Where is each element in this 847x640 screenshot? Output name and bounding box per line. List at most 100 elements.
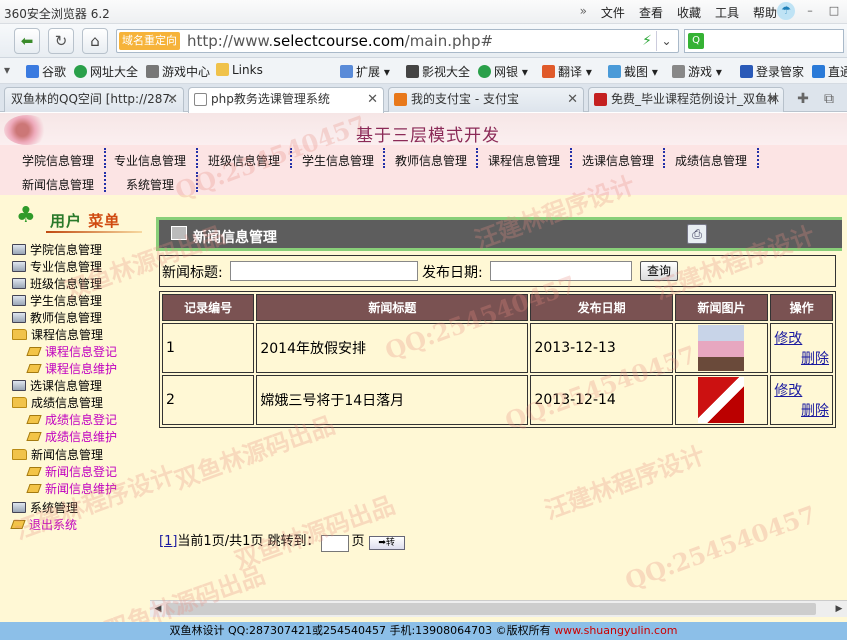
tab-qq-space[interactable]: 双鱼林的QQ空间 [http://287: ✕	[4, 87, 184, 112]
news-image-thumbnail[interactable]	[698, 377, 745, 423]
sidebar-item-course-maintain[interactable]: 课程信息维护	[26, 360, 117, 377]
close-icon[interactable]: ✕	[567, 88, 578, 111]
panel-header: 新闻信息管理 ⎙	[156, 217, 842, 251]
close-icon[interactable]: ✕	[167, 88, 178, 111]
fav-url-directory[interactable]: 网址大全	[74, 63, 138, 80]
home-icon[interactable]: ⌂	[82, 28, 108, 54]
query-button[interactable]: 查询	[640, 261, 678, 281]
menu-help[interactable]: 帮助	[753, 4, 777, 21]
back-icon[interactable]: ⬅	[14, 28, 40, 54]
fav-games[interactable]: 游戏 ▾	[672, 63, 722, 80]
go-button[interactable]: ➡转	[368, 536, 405, 550]
topnav-major[interactable]: 专业信息管理	[114, 152, 186, 169]
page-link[interactable]: [1]	[159, 534, 177, 549]
topnav-course[interactable]: 课程信息管理	[488, 152, 560, 169]
menu-overflow-icon[interactable]: »	[580, 4, 587, 21]
footer-site-link[interactable]: www.shuangyulin.com	[554, 624, 677, 637]
sidebar-item-class[interactable]: 班级信息管理	[12, 275, 102, 292]
address-dropdown-icon[interactable]: ⌄	[656, 31, 676, 51]
bullet-icon	[26, 432, 42, 441]
speed-mode-icon[interactable]: ⚡	[642, 33, 652, 49]
sidebar-item-course-add[interactable]: 课程信息登记	[26, 343, 117, 360]
news-title-input[interactable]	[230, 261, 418, 281]
address-url[interactable]: http://www.selectcourse.com/main.php#	[187, 32, 493, 50]
sidebar-item-student[interactable]: 学生信息管理	[12, 292, 102, 309]
topnav-selection[interactable]: 选课信息管理	[582, 152, 654, 169]
publish-date-input[interactable]	[490, 261, 632, 281]
address-bar[interactable]: 域名重定向 http://www.selectcourse.com/main.p…	[116, 29, 679, 53]
close-icon[interactable]: ✕	[767, 88, 778, 111]
fav-google[interactable]: 谷歌	[26, 63, 66, 80]
search-engine-icon[interactable]: Q	[688, 33, 704, 49]
favbar-menu-icon[interactable]: ▾	[4, 63, 10, 77]
fav-ebank[interactable]: 网银 ▾	[478, 63, 528, 80]
sidebar-item-selection[interactable]: 选课信息管理	[12, 377, 102, 394]
tab-alipay[interactable]: 我的支付宝 - 支付宝 ✕	[388, 87, 584, 112]
nav-divider	[757, 148, 759, 168]
extensions-icon	[340, 65, 353, 78]
menu-view[interactable]: 查看	[639, 4, 663, 21]
sidebar-item-grades-maintain[interactable]: 成绩信息维护	[26, 428, 117, 445]
menu-favorites[interactable]: 收藏	[677, 4, 701, 21]
scrollbar-thumb[interactable]	[166, 603, 816, 615]
banner-subtitle: 基于三层模式开发	[356, 126, 500, 146]
news-image-thumbnail[interactable]	[698, 325, 745, 371]
fav-video[interactable]: 影视大全	[406, 63, 470, 80]
maximize-icon[interactable]: □	[825, 2, 843, 20]
tab-free-design[interactable]: 免费_毕业课程范例设计_双鱼林 ✕	[588, 87, 784, 112]
sidebar-item-logout[interactable]: 退出系统	[10, 516, 77, 533]
menu-tools[interactable]: 工具	[715, 4, 739, 21]
tab-label: 我的支付宝 - 支付宝	[411, 92, 519, 106]
tab-course-system[interactable]: php教务选课管理系统 ✕	[188, 87, 384, 113]
sidebar-item-teacher[interactable]: 教师信息管理	[12, 309, 102, 326]
horizontal-scrollbar[interactable]: ◀ ▶	[150, 600, 847, 617]
topnav-system[interactable]: 系统管理	[126, 176, 174, 193]
restore-tab-icon[interactable]: ⧉	[820, 90, 838, 108]
app-title: 360安全浏览器 6.2	[4, 7, 110, 21]
menu-file[interactable]: 文件	[601, 4, 625, 21]
skin-icon[interactable]: ☂	[777, 2, 795, 20]
delete-link[interactable]: 删除	[774, 400, 832, 420]
sidebar-item-course[interactable]: 课程信息管理	[12, 326, 103, 343]
sidebar-item-major[interactable]: 专业信息管理	[12, 258, 102, 275]
minimize-icon[interactable]: –	[801, 2, 819, 20]
fav-extensions[interactable]: 扩展 ▾	[340, 63, 390, 80]
sidebar-item-grades[interactable]: 成绩信息管理	[12, 394, 103, 411]
fav-translate[interactable]: 翻译 ▾	[542, 63, 592, 80]
new-tab-icon[interactable]: ✚	[794, 90, 812, 108]
fav-links[interactable]: Links	[216, 63, 263, 77]
delete-link[interactable]: 删除	[774, 348, 832, 368]
scroll-right-icon[interactable]: ▶	[831, 601, 847, 617]
module-icon	[12, 502, 26, 513]
sidebar-title-rule	[46, 231, 142, 233]
topnav-college[interactable]: 学院信息管理	[22, 152, 94, 169]
topnav-news[interactable]: 新闻信息管理	[22, 176, 94, 193]
sidebar-item-grades-add[interactable]: 成绩信息登记	[26, 411, 117, 428]
sidebar-item-news[interactable]: 新闻信息管理	[12, 446, 103, 463]
jump-page-input[interactable]	[321, 535, 350, 552]
module-icon	[12, 380, 26, 391]
edit-link[interactable]: 修改	[774, 380, 832, 400]
redirect-badge[interactable]: 域名重定向	[119, 32, 180, 50]
fav-direct[interactable]: 直通	[812, 63, 847, 80]
topnav-class[interactable]: 班级信息管理	[208, 152, 280, 169]
sidebar-title: 用户 菜单	[50, 212, 121, 230]
sidebar-item-system[interactable]: 系统管理	[12, 499, 78, 516]
fav-game-center[interactable]: 游戏中心	[146, 63, 210, 80]
topnav-student[interactable]: 学生信息管理	[302, 152, 374, 169]
scroll-left-icon[interactable]: ◀	[150, 601, 166, 617]
sidebar-item-college[interactable]: 学院信息管理	[12, 241, 102, 258]
sidebar-item-news-add[interactable]: 新闻信息登记	[26, 463, 117, 480]
topnav-teacher[interactable]: 教师信息管理	[395, 152, 467, 169]
fav-login-manager[interactable]: 登录管家	[740, 63, 804, 80]
edit-link[interactable]: 修改	[774, 328, 832, 348]
search-box[interactable]: Q	[684, 29, 844, 53]
printer-icon[interactable]: ⎙	[687, 224, 707, 244]
topnav-grades[interactable]: 成绩信息管理	[675, 152, 747, 169]
gamepad-icon	[672, 65, 685, 78]
module-icon	[12, 312, 26, 323]
close-icon[interactable]: ✕	[367, 88, 378, 111]
sidebar-item-news-maintain[interactable]: 新闻信息维护	[26, 480, 117, 497]
refresh-icon[interactable]: ↻	[48, 28, 74, 54]
fav-screenshot[interactable]: 截图 ▾	[608, 63, 658, 80]
